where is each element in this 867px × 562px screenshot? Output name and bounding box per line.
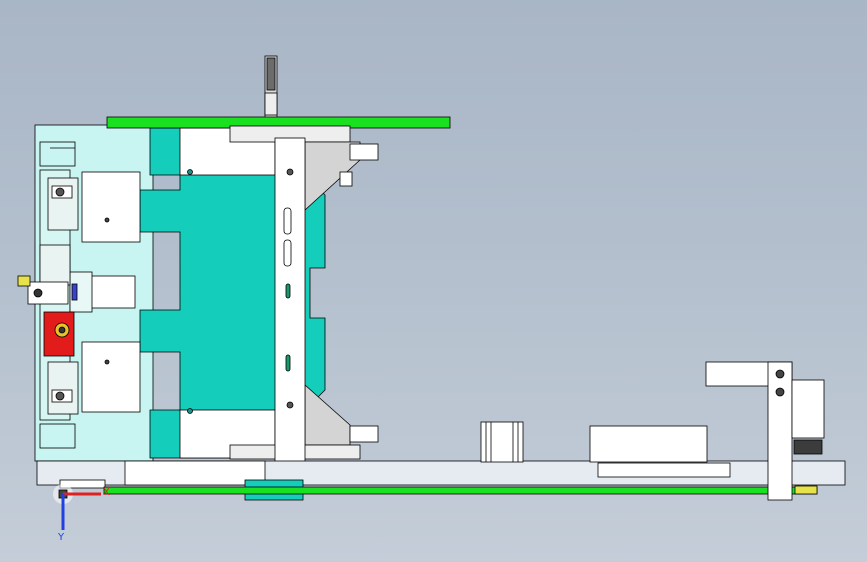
y-axis-label: Y: [58, 532, 65, 543]
x-axis-label: X: [103, 487, 110, 498]
small-motor-box[interactable]: [480, 421, 524, 463]
top-rod[interactable]: [264, 55, 278, 127]
feed-block[interactable]: [69, 271, 136, 313]
vertical-column[interactable]: [274, 137, 306, 481]
cad-viewport[interactable]: X Y: [0, 0, 867, 562]
assembly-drawing[interactable]: [0, 0, 867, 562]
base-cover-box[interactable]: [589, 425, 708, 463]
bottom-green-rail[interactable]: [103, 486, 818, 495]
red-cylinder[interactable]: [43, 311, 75, 357]
